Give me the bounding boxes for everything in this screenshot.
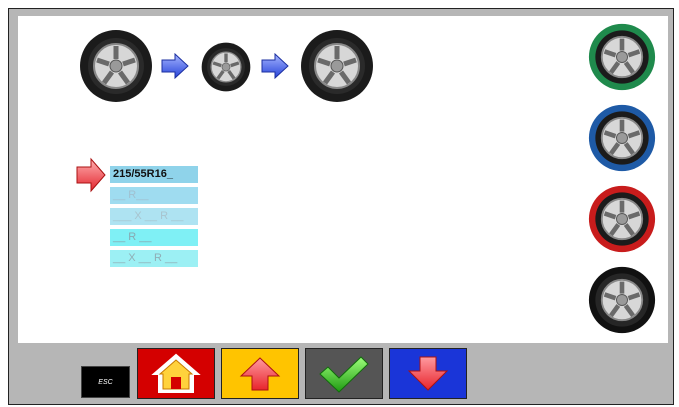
wheel-red-icon[interactable] — [588, 185, 656, 253]
up-button[interactable] — [221, 348, 299, 399]
tire-size-option[interactable]: __ X __ R __ — [110, 250, 198, 267]
arrow-up-icon — [239, 357, 281, 391]
tire-size-option[interactable]: __ R __ — [110, 229, 198, 246]
tire-size-input[interactable]: 215/55R16_ — [110, 166, 198, 183]
wheel-black-icon[interactable] — [588, 266, 656, 334]
wheel-green-icon[interactable] — [588, 23, 656, 91]
tire-size-option[interactable]: __ R__ — [110, 187, 198, 204]
home-icon — [151, 353, 201, 393]
wheel-large-icon — [80, 30, 152, 102]
wheel-blue-icon[interactable] — [588, 104, 656, 172]
tire-size-option[interactable]: ___ X __ R __ — [110, 208, 198, 225]
arrow-right-icon — [161, 53, 189, 79]
wheel-large-icon — [301, 30, 373, 102]
arrow-right-icon — [76, 157, 106, 193]
down-button[interactable] — [389, 348, 467, 399]
confirm-button[interactable] — [305, 348, 383, 399]
arrow-down-icon — [407, 356, 449, 391]
arrow-right-icon — [261, 53, 289, 79]
home-button[interactable] — [137, 348, 215, 399]
wheel-small-icon — [201, 42, 251, 92]
esc-button[interactable]: ESC — [81, 366, 130, 398]
screen: 215/55R16_ __ R__ ___ X __ R __ __ R __ … — [0, 0, 679, 407]
checkmark-icon — [319, 356, 369, 393]
